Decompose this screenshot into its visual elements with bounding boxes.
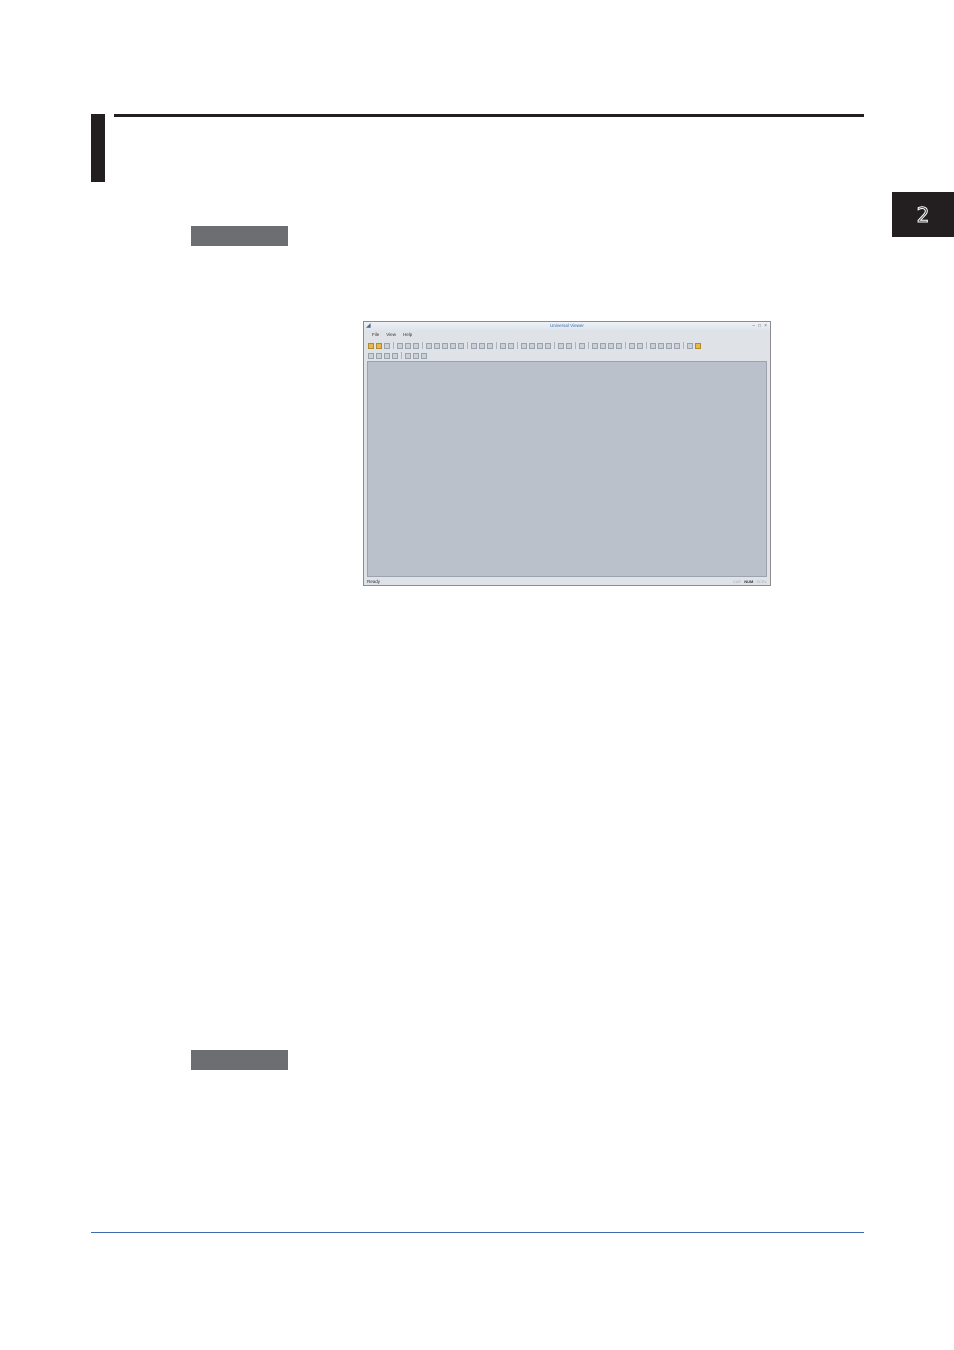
toolbar-separator [393,342,394,349]
toolbar-button-icon[interactable] [384,352,390,359]
toolbar-button-icon[interactable] [376,352,382,359]
toolbar-button-icon[interactable] [658,342,664,349]
toolbar-button-icon[interactable] [579,342,585,349]
toolbar-row-2 [368,351,766,360]
toolbar-button-icon[interactable] [637,342,643,349]
status-num: NUM [744,578,754,584]
toolbar-button-icon[interactable] [521,342,527,349]
toolbar-separator [683,342,684,349]
toolbar-button-icon[interactable] [650,342,656,349]
toolbar-button-icon[interactable] [368,352,374,359]
toolbar-button-icon[interactable] [608,342,614,349]
toolbar-button-icon[interactable] [471,342,477,349]
status-bar: Ready CAP NUM SCRL [364,577,770,585]
toolbar-button-icon[interactable] [487,342,493,349]
toolbar-separator [422,342,423,349]
toolbar-button-icon[interactable] [405,352,411,359]
toolbar-button-icon[interactable] [545,342,551,349]
toolbar-separator [496,342,497,349]
title-bar: ◢ Universal Viewer – □ × [364,322,770,331]
toolbar-button-icon[interactable] [413,342,419,349]
toolbar-button-icon[interactable] [537,342,543,349]
toolbar-button-icon[interactable] [384,342,390,349]
status-ready: Ready [367,578,381,584]
toolbar-separator [401,352,402,359]
close-icon[interactable]: × [764,323,767,329]
window-title: Universal Viewer [550,323,584,328]
toolbar-button-icon[interactable] [629,342,635,349]
toolbar-button-icon[interactable] [508,342,514,349]
app-window-screenshot: ◢ Universal Viewer – □ × File View Help … [363,321,771,586]
toolbar-button-icon[interactable] [600,342,606,349]
toolbar-button-icon[interactable] [674,342,680,349]
chapter-tab: 2 [892,192,954,237]
toolbar-button-icon[interactable] [405,342,411,349]
toolbar-button-icon[interactable] [413,352,419,359]
chapter-number: 2 [916,202,930,227]
section-tag-2 [191,1050,288,1070]
toolbar-separator [646,342,647,349]
menu-help[interactable]: Help [403,331,412,339]
menu-file[interactable]: File [372,331,379,339]
maximize-icon[interactable]: □ [758,323,761,329]
minimize-icon[interactable]: – [752,323,755,329]
heading-bar [91,114,105,182]
toolbar-button-icon[interactable] [397,342,403,349]
status-scrl: SCRL [756,578,767,584]
toolbar-button-icon[interactable] [426,342,432,349]
toolbar-button-icon[interactable] [421,352,427,359]
toolbar-button-icon[interactable] [666,342,672,349]
toolbar-button-icon[interactable] [368,342,374,349]
menu-view[interactable]: View [386,331,396,339]
status-caps: CAP [732,578,742,584]
footer-rule [91,1232,864,1233]
heading-rule [114,114,864,117]
toolbar-button-icon[interactable] [616,342,622,349]
toolbar-button-icon[interactable] [458,342,464,349]
toolbar-button-icon[interactable] [442,342,448,349]
toolbar-button-icon[interactable] [592,342,598,349]
toolbar-row-1 [368,341,766,350]
toolbar-button-icon[interactable] [450,342,456,349]
toolbar-separator [554,342,555,349]
toolbar-button-icon[interactable] [500,342,506,349]
toolbar-button-icon[interactable] [529,342,535,349]
toolbar-separator [575,342,576,349]
toolbar-separator [517,342,518,349]
toolbar-button-icon[interactable] [558,342,564,349]
toolbar-button-icon[interactable] [479,342,485,349]
section-tag-1 [191,226,288,246]
toolbar-button-icon[interactable] [687,342,693,349]
toolbar-separator [467,342,468,349]
toolbar-button-icon[interactable] [392,352,398,359]
toolbar-button-icon[interactable] [695,342,701,349]
toolbar-button-icon[interactable] [434,342,440,349]
toolbar-separator [625,342,626,349]
client-area[interactable] [367,361,767,577]
toolbar-button-icon[interactable] [566,342,572,349]
toolbar-separator [588,342,589,349]
toolbar-button-icon[interactable] [376,342,382,349]
menu-bar: File View Help [364,331,770,339]
